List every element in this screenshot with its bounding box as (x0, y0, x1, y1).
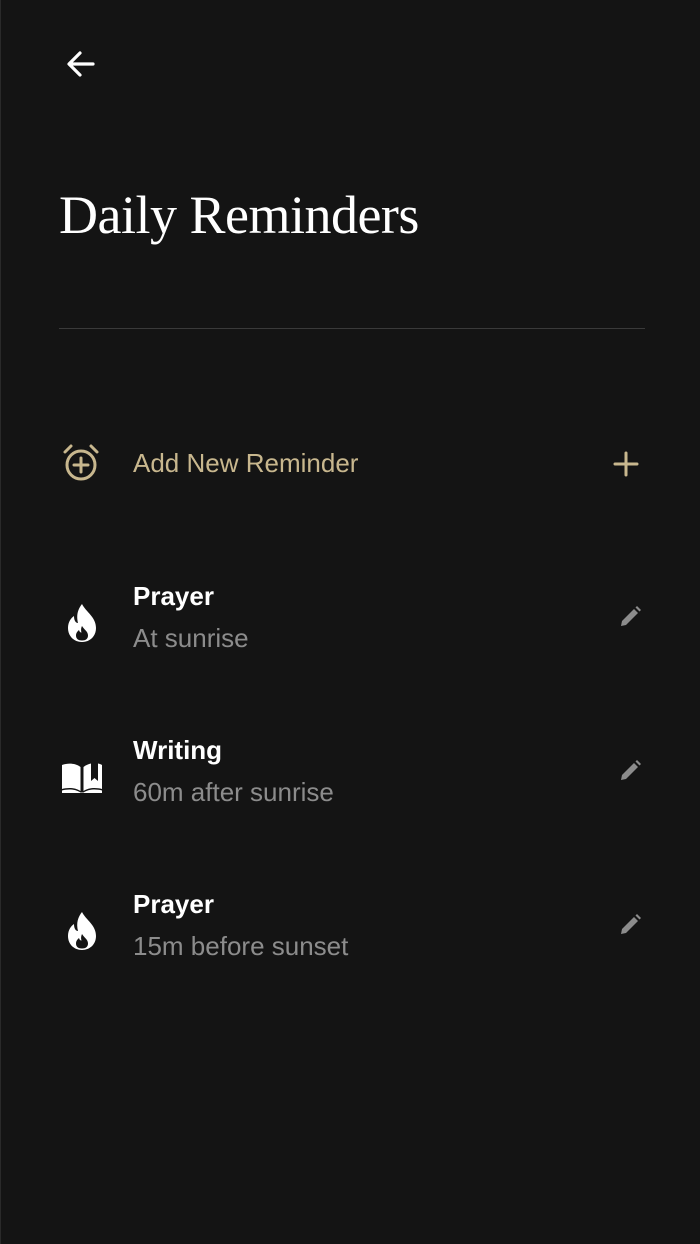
reminder-type-icon (59, 908, 105, 954)
add-new-reminder-label: Add New Reminder (133, 448, 359, 478)
open-book-icon (62, 763, 102, 793)
reminder-type-icon (59, 600, 105, 646)
pencil-icon (621, 606, 641, 626)
page-title: Daily Reminders (59, 185, 419, 245)
divider (59, 328, 645, 329)
daily-reminders-screen: Daily Reminders Add New Reminder Prayer … (0, 0, 700, 1244)
reminder-item: Writing 60m after sunrise (59, 732, 645, 822)
pencil-icon (621, 760, 641, 780)
flame-icon (68, 604, 96, 642)
back-button[interactable] (61, 44, 101, 84)
reminder-item: Prayer At sunrise (59, 578, 645, 668)
edit-reminder-button[interactable] (615, 756, 645, 786)
reminder-title: Writing (133, 735, 223, 765)
arrow-left-icon (67, 51, 95, 77)
edit-reminder-button[interactable] (615, 910, 645, 940)
plus-icon (613, 451, 639, 477)
reminder-title: Prayer (133, 581, 214, 611)
add-new-reminder-button[interactable]: Add New Reminder (59, 434, 645, 492)
reminder-type-icon (59, 754, 105, 800)
pencil-icon (621, 914, 641, 934)
reminder-title: Prayer (133, 889, 214, 919)
edit-reminder-button[interactable] (615, 602, 645, 632)
reminder-time: At sunrise (133, 623, 249, 653)
flame-icon (68, 912, 96, 950)
alarm-plus-icon (63, 444, 99, 481)
reminder-time: 15m before sunset (133, 931, 349, 961)
reminder-item: Prayer 15m before sunset (59, 886, 645, 976)
reminder-time: 60m after sunrise (133, 777, 334, 807)
